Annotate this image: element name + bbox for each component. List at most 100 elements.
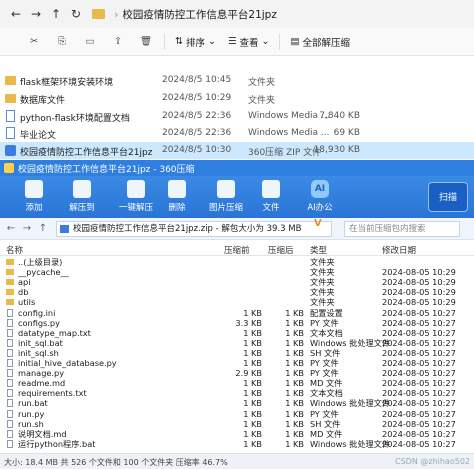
col-size[interactable]: 压缩后	[268, 244, 294, 256]
zip-row[interactable]: manage.py 2.9 KB 1 KB PY 文件 2024-08-05 10:27	[0, 368, 474, 378]
zip-row[interactable]: run.py 1 KB 1 KB PY 文件 2024-08-05 10:27	[0, 409, 474, 419]
col-type[interactable]: 类型	[310, 244, 327, 256]
extract-all-button[interactable]: ▤ 全部解压缩	[284, 35, 356, 49]
zip-row-name: run.py	[18, 408, 45, 419]
zip-row-size: 1 KB	[285, 337, 304, 348]
delete-icon[interactable]: 🗑	[132, 28, 160, 56]
file-icon	[7, 338, 13, 347]
zip-row[interactable]: utils 文件夹 2024-08-05 10:29	[0, 297, 474, 307]
zip-row-type: MD 文件	[310, 378, 343, 389]
zip-window: 校园疫情防控工作信息平台21jpz - 360压缩 添加 解压到 一键解压 删除…	[0, 160, 474, 469]
zip-row-type: 文件夹	[310, 267, 335, 278]
sort-button[interactable]: ⇅ 排序 ⌄	[169, 35, 222, 49]
zip-row-name: requirements.txt	[18, 388, 87, 399]
zip-row[interactable]: initial_hive_database.py 1 KB 1 KB PY 文件 202…	[0, 358, 474, 368]
file-size: 18,930 KB	[313, 145, 360, 155]
back-button[interactable]: ←	[6, 7, 26, 21]
zip-row-date: 2024-08-05 10:27	[382, 388, 456, 399]
zip-row[interactable]: configs.py 3.3 KB 1 KB PY 文件 2024-08-05 10:2…	[0, 318, 474, 328]
zip-row[interactable]: requirements.txt 1 KB 1 KB 文本文档 2024-08-05 1…	[0, 388, 474, 398]
file-type: Windows Media ...	[248, 111, 330, 121]
zip-row[interactable]: ..(上级目录) 文件夹	[0, 257, 474, 267]
zip-row[interactable]: run.bat 1 KB 1 KB Windows 批处理文件 2024-08-05 1…	[0, 398, 474, 408]
forward-icon[interactable]: →	[20, 222, 34, 236]
file-row[interactable]: flask框架环境安装环境 2024/8/5 10:45 文件夹	[0, 72, 474, 89]
zip-row-name: config.ini	[18, 307, 56, 318]
zip-search-input[interactable]: 在当前压缩包内搜索	[344, 221, 460, 237]
file-button[interactable]: 文件	[249, 180, 293, 213]
zip-row-type: PY 文件	[310, 408, 339, 419]
zip-row[interactable]: run.sh 1 KB 1 KB SH 文件 2024-08-05 10:27	[0, 419, 474, 429]
back-icon[interactable]: ←	[4, 222, 18, 236]
zip-row[interactable]: init_sql.bat 1 KB 1 KB Windows 批处理文件 2024-08…	[0, 338, 474, 348]
rename-icon[interactable]: ▭	[76, 28, 104, 56]
zip-row-compressed: 1 KB	[243, 408, 262, 419]
file-icon	[7, 348, 13, 357]
zip-row-date: 2024-08-05 10:27	[382, 337, 456, 348]
forward-button[interactable]: →	[26, 7, 46, 21]
file-icon	[7, 308, 13, 317]
zip-row[interactable]: config.ini 1 KB 1 KB 配置设置 2024-08-05 10:27	[0, 308, 474, 318]
image-compress-button[interactable]: 图片压缩	[204, 180, 248, 213]
add-button[interactable]: 添加	[12, 180, 56, 213]
copy-icon[interactable]: ⎘	[48, 28, 76, 56]
breadcrumb-path[interactable]: 校园疫情防控工作信息平台21jpz	[122, 7, 276, 22]
zip-row-type: 文本文档	[310, 388, 343, 399]
file-name: flask框架环境安装环境	[20, 78, 114, 88]
zip-row-date: 2024-08-05 10:27	[382, 368, 456, 379]
zip-row[interactable]: __pycache__ 文件夹 2024-08-05 10:29	[0, 267, 474, 277]
delete-button[interactable]: 删除	[155, 180, 199, 213]
zip-row-size: 1 KB	[285, 307, 304, 318]
zip-row[interactable]: 运行python程序.bat 1 KB 1 KB Windows 批处理文件 2024-…	[0, 439, 474, 449]
zip-row-name: utils	[18, 297, 36, 308]
col-compressed[interactable]: 压缩前	[224, 244, 250, 256]
document-icon	[6, 110, 15, 122]
file-name: 校园疫情防控工作信息平台21jpz	[20, 148, 153, 158]
file-row[interactable]: 毕业论文 2024/8/5 22:36 Windows Media ... 69 KB	[0, 125, 474, 142]
zip-row[interactable]: api 文件夹 2024-08-05 10:29	[0, 277, 474, 287]
zip-row[interactable]: init_sql.sh 1 KB 1 KB SH 文件 2024-08-05 10:27	[0, 348, 474, 358]
file-type: 文件夹	[248, 96, 276, 106]
zip-row-name: ..(上级目录)	[18, 257, 63, 267]
zip-path-text: 校园疫情防控工作信息平台21jpz.zip - 解包大小为 39.3 MB	[73, 224, 302, 234]
file-row[interactable]: 数据库文件 2024/8/5 10:29 文件夹	[0, 90, 474, 107]
zip-row-size: 1 KB	[285, 408, 304, 419]
ai-office-button[interactable]: AI AI办公	[298, 180, 342, 213]
one-click-extract-button[interactable]: 一键解压	[114, 180, 158, 213]
zip-row[interactable]: db 文件夹 2024-08-05 10:29	[0, 287, 474, 297]
cut-icon[interactable]: ✂	[20, 28, 48, 56]
path-dropdown-mark[interactable]: V	[314, 218, 322, 229]
extract-to-button[interactable]: 解压到	[60, 180, 104, 213]
up-icon[interactable]: ↑	[36, 222, 50, 236]
file-size: 69 KB	[333, 128, 360, 138]
col-modified[interactable]: 修改日期	[382, 244, 416, 256]
zip-row-size: 1 KB	[285, 398, 304, 409]
zip-row[interactable]: readme.md 1 KB 1 KB MD 文件 2024-08-05 10:27	[0, 378, 474, 388]
zip-row[interactable]: 说明文档.md 1 KB 1 KB MD 文件 2024-08-05 10:27	[0, 429, 474, 439]
file-row-selected[interactable]: 校园疫情防控工作信息平台21jpz 2024/8/5 10:30 360压缩 ZIP…	[0, 142, 474, 159]
zip-row-date: 2024-08-05 10:27	[382, 438, 456, 449]
zip-row-size: 1 KB	[285, 388, 304, 399]
zip-row[interactable]: datatype_map.txt 1 KB 1 KB 文本文档 2024-08-05 1…	[0, 328, 474, 338]
zip-row-type: 配置设置	[310, 307, 343, 318]
file-icon	[7, 379, 13, 388]
file-icon	[7, 389, 13, 398]
up-button[interactable]: ↑	[46, 7, 66, 21]
zip-row-type: SH 文件	[310, 347, 341, 358]
zip-path-field[interactable]: 校园疫情防控工作信息平台21jpz.zip - 解包大小为 39.3 MB	[56, 221, 332, 237]
view-button[interactable]: ☰ 查看 ⌄	[222, 35, 276, 49]
zip-row-date: 2024-08-05 10:29	[382, 287, 456, 298]
col-name[interactable]: 名称	[6, 244, 23, 256]
share-icon[interactable]: ⇪	[104, 28, 132, 56]
zip-row-name: 说明文档.md	[18, 428, 67, 439]
zip-row-name: datatype_map.txt	[18, 327, 91, 338]
file-row[interactable]: python-flask环境配置文档 2024/8/5 22:36 Windows …	[0, 108, 474, 125]
add-icon	[25, 180, 43, 198]
refresh-button[interactable]: ↻	[66, 7, 86, 21]
scan-button[interactable]: 扫描	[428, 182, 468, 212]
file-icon	[7, 359, 13, 367]
sort-icon: ⇅	[175, 36, 183, 47]
zip-row-type: 文件夹	[310, 257, 335, 267]
file-icon	[7, 328, 13, 337]
zip-row-date: 2024-08-05 10:27	[382, 347, 456, 358]
